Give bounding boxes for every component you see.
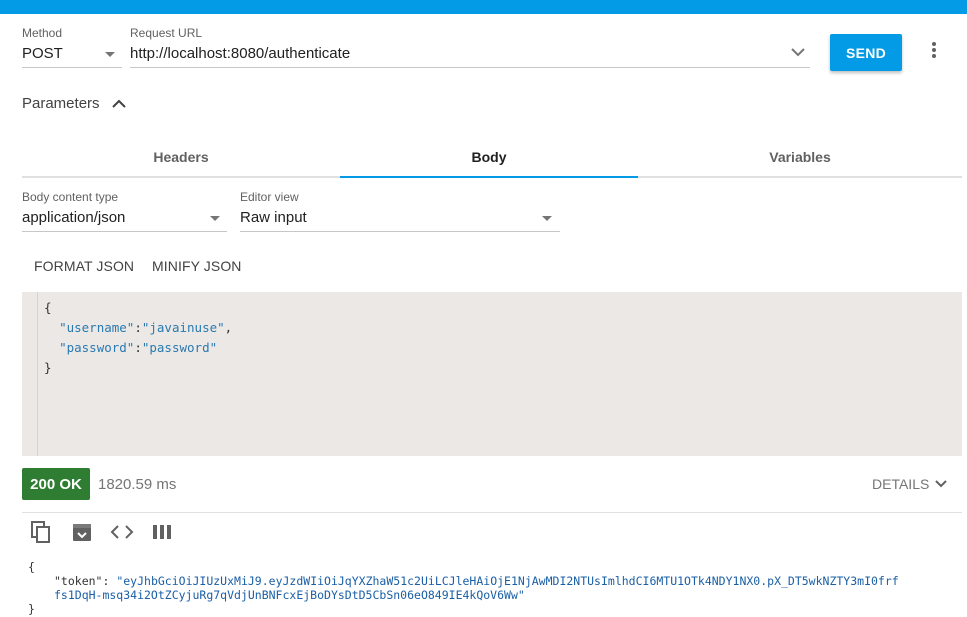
editor-view-underline bbox=[240, 231, 560, 232]
response-token-value-part2: fs1DqH-msq34i2OtZCyjuRg7qVdjUnBNFcxEjBoD… bbox=[54, 588, 525, 602]
response-time: 1820.59 ms bbox=[98, 476, 177, 493]
body-content-type-select[interactable]: application/json bbox=[22, 209, 125, 226]
details-label: DETAILS bbox=[872, 476, 930, 492]
json-password-key: "password" bbox=[59, 340, 135, 355]
parameters-label: Parameters bbox=[22, 95, 100, 112]
top-app-bar bbox=[0, 0, 967, 14]
code-icon[interactable] bbox=[110, 520, 134, 544]
method-select[interactable]: POST bbox=[22, 45, 63, 62]
editor-gutter bbox=[22, 292, 38, 456]
method-underline bbox=[22, 67, 122, 68]
url-input[interactable]: http://localhost:8080/authenticate bbox=[130, 45, 350, 62]
url-underline bbox=[130, 67, 810, 68]
minify-json-button[interactable]: MINIFY JSON bbox=[152, 258, 242, 274]
json-password-value: "password" bbox=[141, 340, 218, 355]
chevron-down-icon bbox=[935, 480, 948, 488]
tab-bar: Headers Body Variables bbox=[22, 136, 962, 178]
tab-variables[interactable]: Variables bbox=[638, 136, 962, 178]
active-tab-indicator bbox=[340, 176, 638, 178]
url-label: Request URL bbox=[130, 26, 203, 40]
status-badge: 200 OK bbox=[22, 468, 90, 500]
json-close-brace: } bbox=[44, 360, 52, 375]
response-token-line: "token": "eyJhbGciOiJIUzUxMiJ9.eyJzdWIiO… bbox=[54, 574, 899, 588]
save-to-file-icon[interactable] bbox=[70, 520, 94, 544]
response-close-brace: } bbox=[28, 602, 35, 616]
json-username-key: "username" bbox=[59, 320, 135, 335]
more-options-icon[interactable] bbox=[926, 42, 942, 62]
json-username-value: "javainuse" bbox=[141, 320, 225, 335]
tab-body[interactable]: Body bbox=[340, 136, 638, 178]
details-toggle[interactable]: DETAILS bbox=[872, 476, 948, 492]
response-token-key: "token" bbox=[54, 574, 103, 588]
response-divider bbox=[22, 512, 962, 513]
editor-view-label: Editor view bbox=[240, 190, 299, 204]
json-open-brace: { bbox=[44, 300, 52, 315]
content-type-dropdown-icon[interactable] bbox=[210, 216, 220, 221]
tab-headers[interactable]: Headers bbox=[22, 136, 340, 178]
chevron-up-icon bbox=[111, 99, 126, 108]
editor-view-dropdown-icon[interactable] bbox=[542, 216, 552, 221]
format-json-button[interactable]: FORMAT JSON bbox=[34, 258, 134, 274]
body-json: { "username":"javainuse", "password":"pa… bbox=[44, 300, 233, 375]
send-button[interactable]: SEND bbox=[830, 34, 902, 71]
parameters-toggle[interactable]: Parameters bbox=[22, 95, 126, 112]
response-open-brace: { bbox=[28, 560, 35, 574]
columns-view-icon[interactable] bbox=[150, 520, 174, 544]
content-type-underline bbox=[22, 231, 227, 232]
editor-view-select[interactable]: Raw input bbox=[240, 209, 307, 226]
method-label: Method bbox=[22, 26, 63, 40]
body-editor[interactable]: { "username":"javainuse", "password":"pa… bbox=[22, 292, 962, 456]
method-dropdown-icon[interactable] bbox=[105, 52, 115, 57]
response-body: { "token": "eyJhbGciOiJIUzUxMiJ9.eyJzdWI… bbox=[28, 560, 958, 616]
url-history-chevron-icon[interactable] bbox=[791, 47, 805, 57]
response-token-value-part1: "eyJhbGciOiJIUzUxMiJ9.eyJzdWIiOiJqYXZhaW… bbox=[116, 574, 899, 588]
copy-icon[interactable] bbox=[30, 520, 54, 544]
body-content-type-label: Body content type bbox=[22, 190, 119, 204]
